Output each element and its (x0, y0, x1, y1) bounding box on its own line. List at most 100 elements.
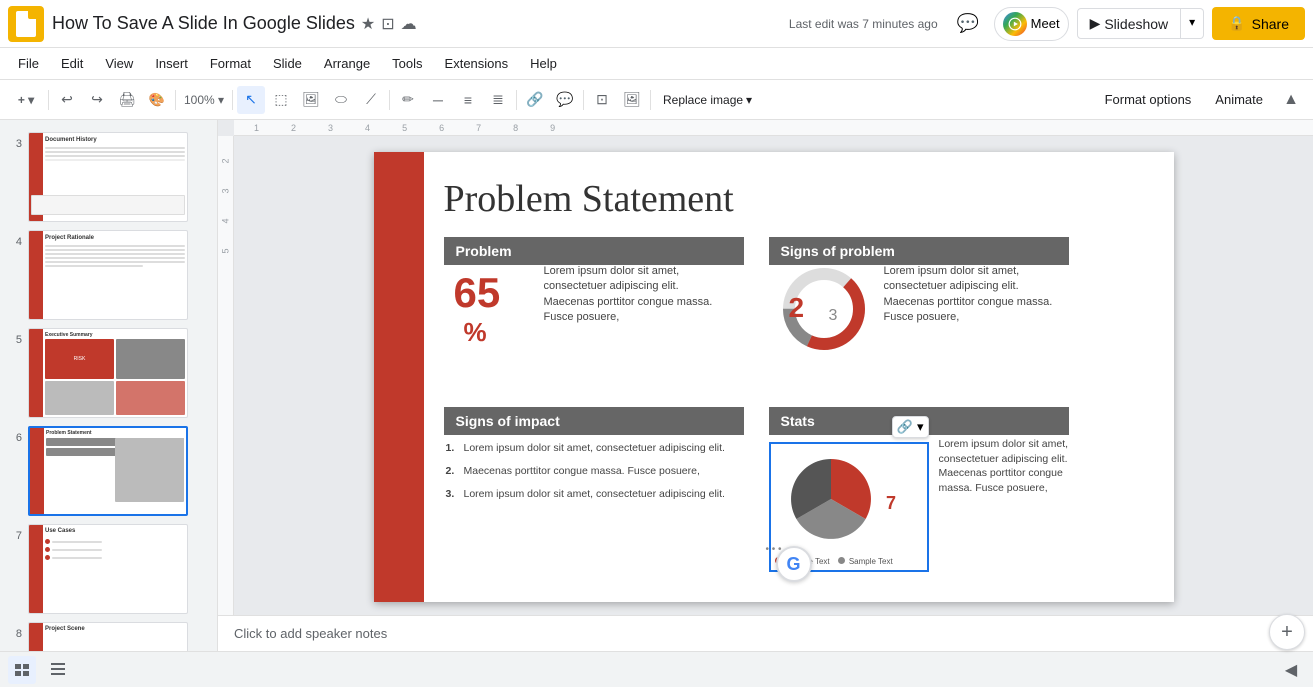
slide-red-bar (374, 152, 424, 602)
problem-section-header: Problem (444, 237, 744, 265)
menu-help[interactable]: Help (520, 52, 567, 75)
title-icons: ★ ⊡ ☁ (361, 14, 417, 34)
horizontal-ruler: 1 2 3 4 5 6 7 8 9 (234, 120, 1313, 136)
slideshow-button[interactable]: ▶ Slideshow (1077, 8, 1182, 39)
add-slide-button[interactable]: + (1269, 614, 1305, 650)
meet-icon (1003, 12, 1027, 36)
print-button[interactable]: 🖨 (113, 86, 141, 114)
list2-button[interactable]: ≣ (484, 86, 512, 114)
line-style-button[interactable]: ─ (424, 86, 452, 114)
impact-list: 1. Lorem ipsum dolor sit amet, consectet… (446, 440, 726, 508)
signs-of-problem-text: Lorem ipsum dolor sit amet, consectetuer… (884, 264, 1059, 326)
meet-button[interactable]: Meet (994, 7, 1069, 41)
collapse-toolbar-button[interactable]: ▲ (1277, 86, 1305, 114)
toolbar-sep-1 (48, 90, 49, 110)
slide-thumb-6[interactable]: 6 Problem Statement 65 (0, 422, 217, 520)
donut-number2: 3 (829, 307, 838, 325)
zoom-selector[interactable]: 100% ▾ (180, 86, 228, 114)
problem-text: Lorem ipsum dolor sit amet, consectetuer… (544, 264, 724, 326)
menu-view[interactable]: View (95, 52, 143, 75)
slide-thumb-3[interactable]: 3 Document History (0, 128, 217, 226)
impact-item-3: 3. Lorem ipsum dolor sit amet, consectet… (446, 486, 726, 503)
add-button[interactable]: + ▾ (8, 86, 44, 114)
canvas-main: 2 3 4 5 Problem Statement Problem (218, 136, 1313, 615)
comment-button[interactable]: 💬 (551, 86, 579, 114)
canvas-area: 1 2 3 4 5 6 7 8 9 2 3 4 5 P (218, 120, 1313, 651)
format-options-button[interactable]: Format options (1095, 88, 1202, 111)
replace-image-button[interactable]: Replace image ▾ (655, 89, 760, 111)
image-button[interactable]: 🖼 (297, 86, 325, 114)
vertical-ruler: 2 3 4 5 (218, 136, 234, 615)
slide-canvas-wrapper[interactable]: Problem Statement Problem Signs of probl… (234, 136, 1313, 615)
list-button[interactable]: ≡ (454, 86, 482, 114)
image-options-button[interactable]: 🖼 (618, 86, 646, 114)
meet-label: Meet (1031, 16, 1060, 31)
collapse-panel-button[interactable]: ◀ (1277, 656, 1305, 684)
menu-insert[interactable]: Insert (145, 52, 198, 75)
redo-button[interactable]: ↪ (83, 86, 111, 114)
slideshow-arrow-button[interactable]: ▾ (1181, 8, 1204, 39)
cloud-icon[interactable]: ☁ (401, 14, 417, 34)
bottom-bar: ◀ + (0, 651, 1313, 687)
pen-button[interactable]: ✏ (394, 86, 422, 114)
slide-thumb-7[interactable]: 7 Use Cases (0, 520, 217, 618)
stats-text: Lorem ipsum dolor sit amet, consectetuer… (939, 437, 1069, 496)
menu-bar: File Edit View Insert Format Slide Arran… (0, 48, 1313, 80)
menu-slide[interactable]: Slide (263, 52, 312, 75)
slide-num-3: 3 (8, 138, 22, 150)
toolbar-sep-4 (389, 90, 390, 110)
menu-arrange[interactable]: Arrange (314, 52, 380, 75)
menu-format[interactable]: Format (200, 52, 261, 75)
slide-thumb-8[interactable]: 8 Project Scene (0, 618, 217, 651)
slide-thumb-4[interactable]: 4 Project Rationale (0, 226, 217, 324)
slideshow-icon: ▶ (1090, 15, 1101, 32)
signs-section-header: Signs of problem (769, 237, 1069, 265)
crop-button[interactable]: ⊡ (588, 86, 616, 114)
slide-title: Problem Statement (444, 177, 734, 221)
paint-format-button[interactable]: 🎨 (143, 86, 171, 114)
text-box-button[interactable]: ⬚ (267, 86, 295, 114)
toolbar-sep-2 (175, 90, 176, 110)
slide-panel: 3 Document History 4 (0, 120, 218, 651)
thumb-img-7: Use Cases (28, 524, 188, 614)
menu-extensions[interactable]: Extensions (435, 52, 519, 75)
share-button[interactable]: 🔒 Share (1212, 7, 1305, 40)
replace-image-label: Replace image (663, 93, 743, 107)
menu-file[interactable]: File (8, 52, 49, 75)
slide-thumb-5[interactable]: 5 Executive Summary RISK (0, 324, 217, 422)
toolbar-sep-3 (232, 90, 233, 110)
slideshow-button-group: ▶ Slideshow ▾ (1077, 8, 1205, 39)
history-icon[interactable]: ⊡ (381, 14, 394, 34)
list-view-button[interactable] (8, 656, 36, 684)
legend-dot-2 (838, 557, 845, 564)
main-area: 3 Document History 4 (0, 120, 1313, 651)
slide-num-5: 5 (8, 334, 22, 346)
chart-options-icon[interactable]: ▾ (917, 419, 924, 435)
menu-edit[interactable]: Edit (51, 52, 93, 75)
animate-button[interactable]: Animate (1205, 88, 1273, 111)
shapes-button[interactable]: ⬭ (327, 86, 355, 114)
top-bar: How To Save A Slide In Google Slides ★ ⊡… (0, 0, 1313, 48)
undo-button[interactable]: ↩ (53, 86, 81, 114)
select-tool-button[interactable]: ↖ (237, 86, 265, 114)
donut-number: 2 (789, 292, 805, 324)
legend-item-2: Sample Text (838, 557, 893, 566)
problem-number: 65 (454, 272, 501, 314)
link-button[interactable]: 🔗 (521, 86, 549, 114)
toolbar-sep-6 (583, 90, 584, 110)
lock-icon: 🔒 (1228, 15, 1245, 32)
pie-chart-svg: 7 (771, 444, 921, 554)
thumb-img-4: Project Rationale (28, 230, 188, 320)
toolbar: + ▾ ↩ ↪ 🖨 🎨 100% ▾ ↖ ⬚ 🖼 ⬭ ⟋ ✏ ─ ≡ ≣ 🔗 💬… (0, 80, 1313, 120)
thumb-img-3: Document History (28, 132, 188, 222)
chat-button[interactable]: 💬 (950, 6, 986, 42)
document-title: How To Save A Slide In Google Slides (52, 13, 355, 34)
app-logo[interactable] (8, 6, 44, 42)
link-chart-icon[interactable]: 🔗 (897, 419, 913, 435)
grid-view-button[interactable] (44, 656, 72, 684)
menu-tools[interactable]: Tools (382, 52, 432, 75)
star-icon[interactable]: ★ (361, 14, 375, 34)
speaker-notes[interactable]: Click to add speaker notes (218, 615, 1313, 651)
toolbar-sep-5 (516, 90, 517, 110)
lines-button[interactable]: ⟋ (357, 86, 385, 114)
